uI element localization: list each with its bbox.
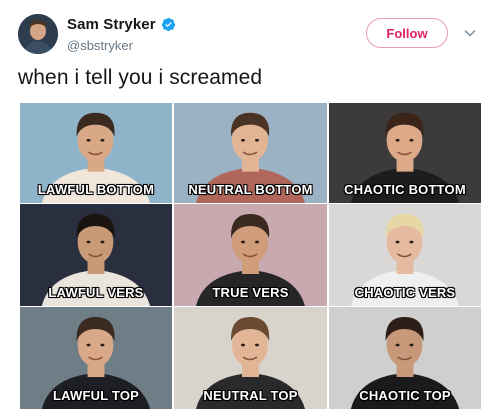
avatar-photo [18, 14, 58, 54]
cell-label: TRUE VERS [212, 285, 289, 300]
meme-cell: CHAOTIC BOTTOM [329, 103, 481, 203]
cell-label: CHAOTIC TOP [359, 388, 451, 403]
cell-label: LAWFUL TOP [52, 388, 140, 403]
cell-label: NEUTRAL BOTTOM [188, 182, 313, 197]
cell-label: NEUTRAL TOP [203, 388, 298, 403]
author-handle[interactable]: @sbstryker [67, 38, 133, 53]
author-name-row: Sam Stryker [67, 16, 176, 33]
cell-label: LAWFUL BOTTOM [37, 182, 155, 197]
meme-cell: CHAOTIC VERS [329, 204, 481, 306]
meme-cell: NEUTRAL BOTTOM [174, 103, 327, 203]
chevron-down-icon[interactable] [464, 27, 476, 39]
meme-cell: NEUTRAL TOP [174, 307, 327, 409]
meme-cell: LAWFUL TOP [20, 307, 172, 409]
meme-cell: LAWFUL BOTTOM [20, 103, 172, 203]
cell-label: LAWFUL VERS [48, 285, 144, 300]
meme-cell: TRUE VERS [174, 204, 327, 306]
avatar[interactable] [18, 14, 58, 54]
cell-label: CHAOTIC BOTTOM [344, 182, 466, 197]
tweet-text: when i tell you i screamed [18, 66, 263, 89]
verified-badge-icon [161, 17, 175, 32]
cell-label: CHAOTIC VERS [354, 285, 456, 300]
meme-image-grid[interactable]: LAWFUL BOTTOM NEUTRAL BOTTOM CHAOTIC BOT… [20, 103, 481, 409]
display-name[interactable]: Sam Stryker [67, 16, 156, 33]
meme-cell: CHAOTIC TOP [329, 307, 481, 409]
meme-cell: LAWFUL VERS [20, 204, 172, 306]
follow-button[interactable]: Follow [366, 18, 448, 48]
